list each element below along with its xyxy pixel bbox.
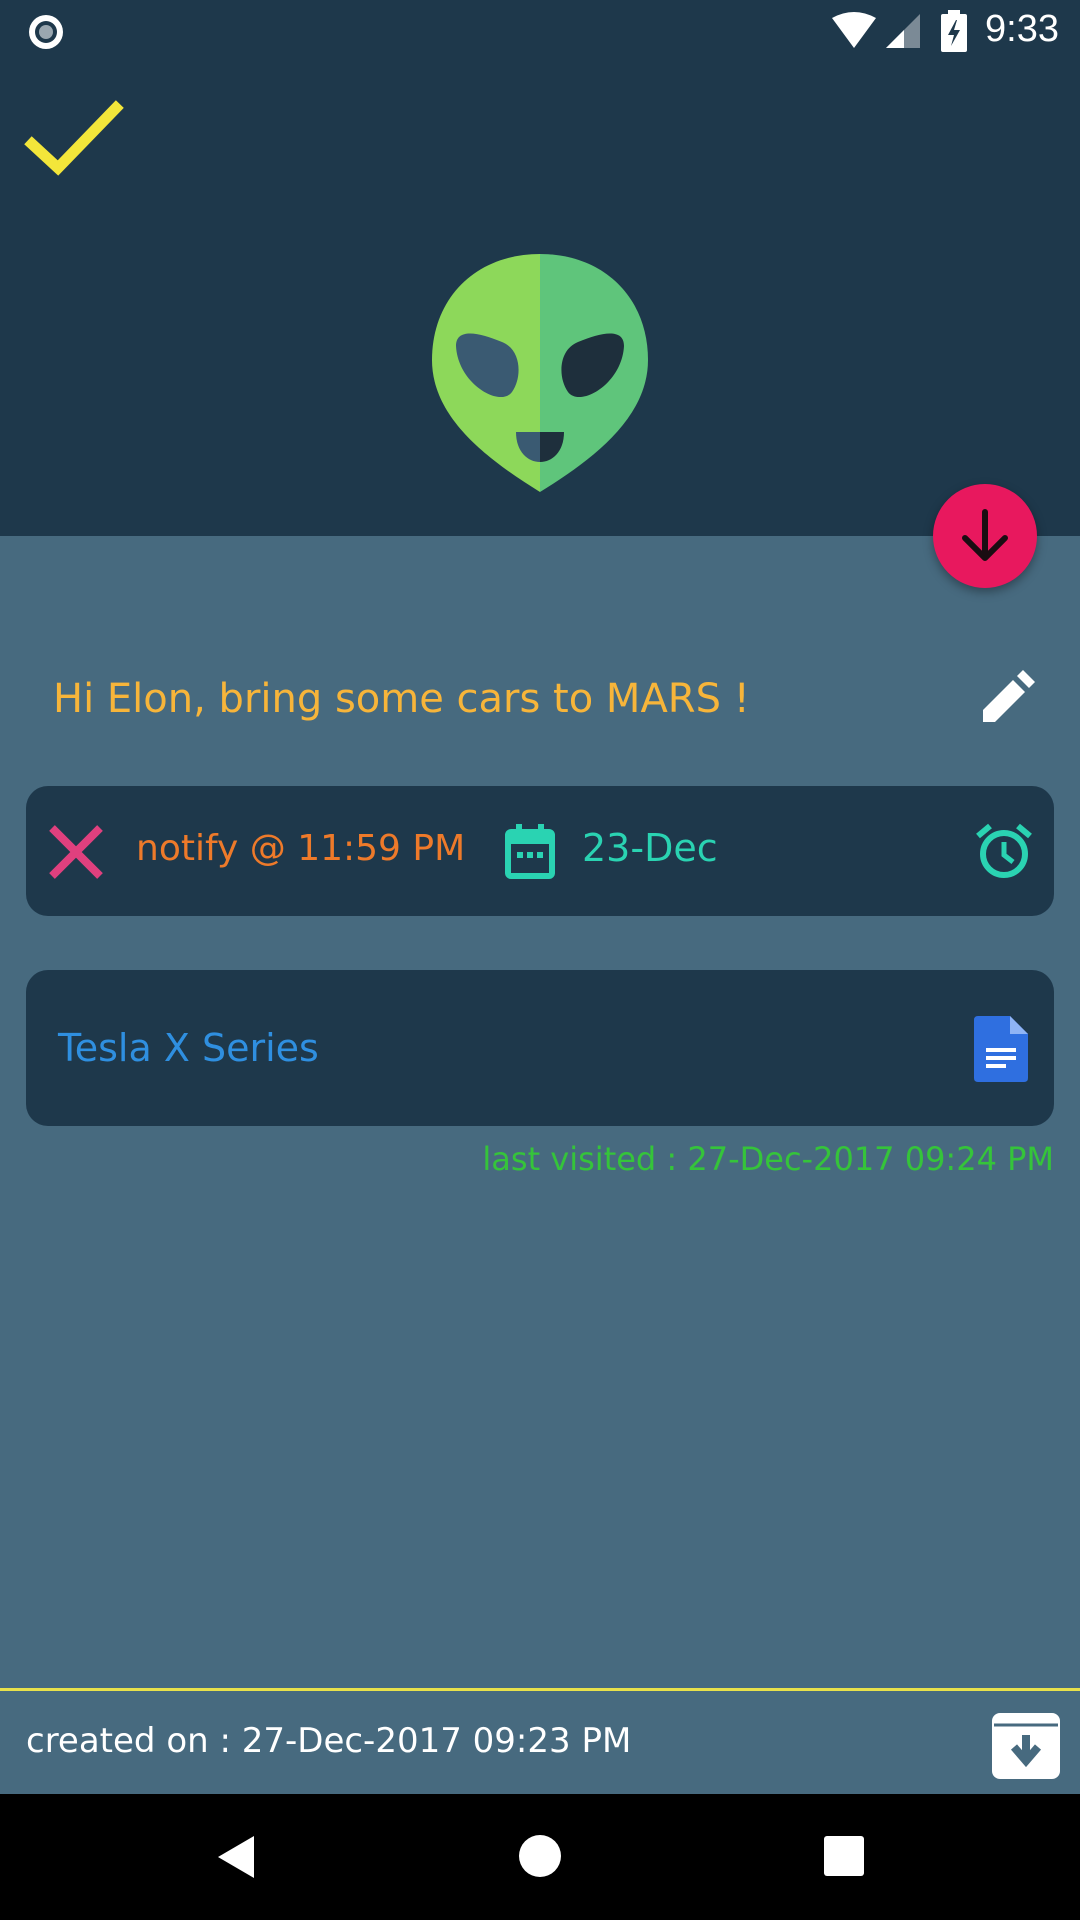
record-icon <box>29 15 63 49</box>
footer-bar: created on : 27-Dec-2017 09:23 PM <box>0 1688 1080 1797</box>
created-on-text: created on : 27-Dec-2017 09:23 PM <box>26 1721 632 1761</box>
notify-time-text[interactable]: notify @ 11:59 PM <box>136 828 465 869</box>
alarm-clock-icon[interactable] <box>974 822 1034 882</box>
attachment-card[interactable]: Tesla X Series <box>26 970 1054 1126</box>
reminder-card: notify @ 11:59 PM 23-Dec <box>26 786 1054 916</box>
back-icon[interactable] <box>214 1834 258 1880</box>
edit-pencil-icon[interactable] <box>975 670 1035 730</box>
attachment-name[interactable]: Tesla X Series <box>58 1026 319 1070</box>
arrow-down-icon <box>962 509 1008 561</box>
check-icon[interactable] <box>24 96 124 180</box>
status-time: 9:33 <box>985 8 1059 50</box>
google-docs-icon[interactable] <box>974 1016 1028 1082</box>
signal-icon <box>886 14 920 48</box>
reminder-date-text[interactable]: 23-Dec <box>582 826 718 870</box>
note-title: Hi Elon, bring some cars to MARS ! <box>53 676 750 722</box>
home-icon[interactable] <box>518 1834 562 1878</box>
battery-charging-icon <box>941 10 967 52</box>
last-visited-text: last visited : 27-Dec-2017 09:24 PM <box>482 1140 1054 1178</box>
download-fab-button[interactable] <box>933 484 1037 588</box>
wifi-icon <box>832 12 876 48</box>
system-nav-bar <box>0 1794 1080 1920</box>
calendar-icon[interactable] <box>504 824 556 880</box>
alien-avatar-icon <box>432 254 648 492</box>
recents-icon[interactable] <box>824 1836 864 1876</box>
close-x-icon[interactable] <box>48 824 104 880</box>
archive-icon[interactable] <box>990 1711 1062 1781</box>
status-bar: 9:33 <box>0 0 1080 64</box>
